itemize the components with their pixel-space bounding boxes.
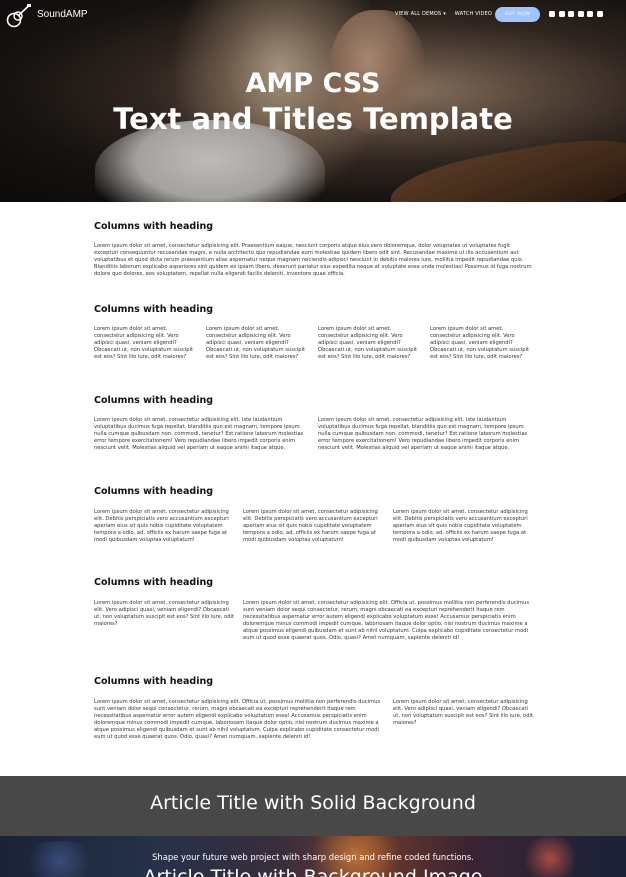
brand-name[interactable]: SoundAMP — [37, 9, 88, 20]
section-heading: Columns with heading — [94, 676, 214, 687]
image-background-banner: Shape your future web project with sharp… — [0, 836, 626, 877]
hero-title-line1: AMP CSS — [245, 68, 381, 99]
pinterest-icon[interactable] — [568, 11, 574, 17]
linkedin-icon[interactable] — [577, 11, 584, 17]
top-navbar: SoundAMP VIEW ALL DEMOS ▾ WATCH VIDEO BU… — [0, 0, 626, 30]
social-links — [549, 11, 603, 17]
column-text: Lorem ipsum dolor sit amet, consectetur … — [94, 326, 194, 361]
column-text: Lorem ipsum dolor sit amet, consectetur … — [430, 326, 530, 361]
section-heading: Columns with heading — [94, 395, 214, 406]
column-text: Lorem ipsum dolor sit amet, consectetur … — [393, 699, 534, 727]
section-heading: Columns with heading — [94, 304, 214, 315]
column-text: Lorem ipsum dolor sit amet, consectetur … — [318, 326, 418, 361]
column-text: Lorem ipsum dolor sit amet, consectetur … — [206, 326, 306, 361]
nav-view-all-demos[interactable]: VIEW ALL DEMOS ▾ — [395, 11, 446, 17]
section-heading: Columns with heading — [94, 577, 214, 588]
column-text: Lorem ipsum dolor sit amet, consectetur … — [94, 600, 235, 628]
hero-title-line2: Text and Titles Template — [113, 102, 513, 136]
image-banner-title: Article Title with Background Image — [143, 866, 483, 877]
image-banner-subtitle: Shape your future web project with sharp… — [152, 852, 474, 862]
youtube-icon[interactable] — [549, 11, 555, 17]
column-text: Lorem ipsum dolor sit amet, consectetur … — [318, 417, 528, 452]
solid-background-banner: Article Title with Solid Background — [0, 776, 626, 836]
hero-overlay — [0, 0, 626, 202]
main-nav: VIEW ALL DEMOS ▾ WATCH VIDEO — [395, 11, 499, 17]
nav-watch-video[interactable]: WATCH VIDEO — [455, 11, 492, 17]
instagram-icon[interactable] — [587, 11, 593, 17]
twitter-icon[interactable] — [596, 11, 603, 17]
section-heading: Columns with heading — [94, 221, 214, 232]
section-paragraph: Lorem ipsum dolor sit amet, consectetur … — [94, 243, 532, 278]
column-text: Lorem ipsum dolor sit amet, consectetur … — [94, 417, 304, 452]
column-text: Lorem ipsum dolor sit amet, consectetur … — [393, 509, 528, 544]
column-text: Lorem ipsum dolor sit amet, consectetur … — [94, 509, 229, 544]
column-text: Lorem ipsum dolor sit amet, consectetur … — [94, 699, 381, 741]
hero-banner: SoundAMP VIEW ALL DEMOS ▾ WATCH VIDEO BU… — [0, 0, 626, 202]
column-text: Lorem ipsum dolor sit amet, consectetur … — [243, 600, 530, 642]
solid-banner-title: Article Title with Solid Background — [150, 792, 476, 814]
buy-now-button[interactable]: BUY NOW — [495, 7, 540, 22]
facebook-icon[interactable] — [558, 11, 565, 17]
column-text: Lorem ipsum dolor sit amet, consectetur … — [243, 509, 378, 544]
guitar-logo-icon[interactable] — [5, 3, 33, 29]
section-heading: Columns with heading — [94, 486, 214, 497]
